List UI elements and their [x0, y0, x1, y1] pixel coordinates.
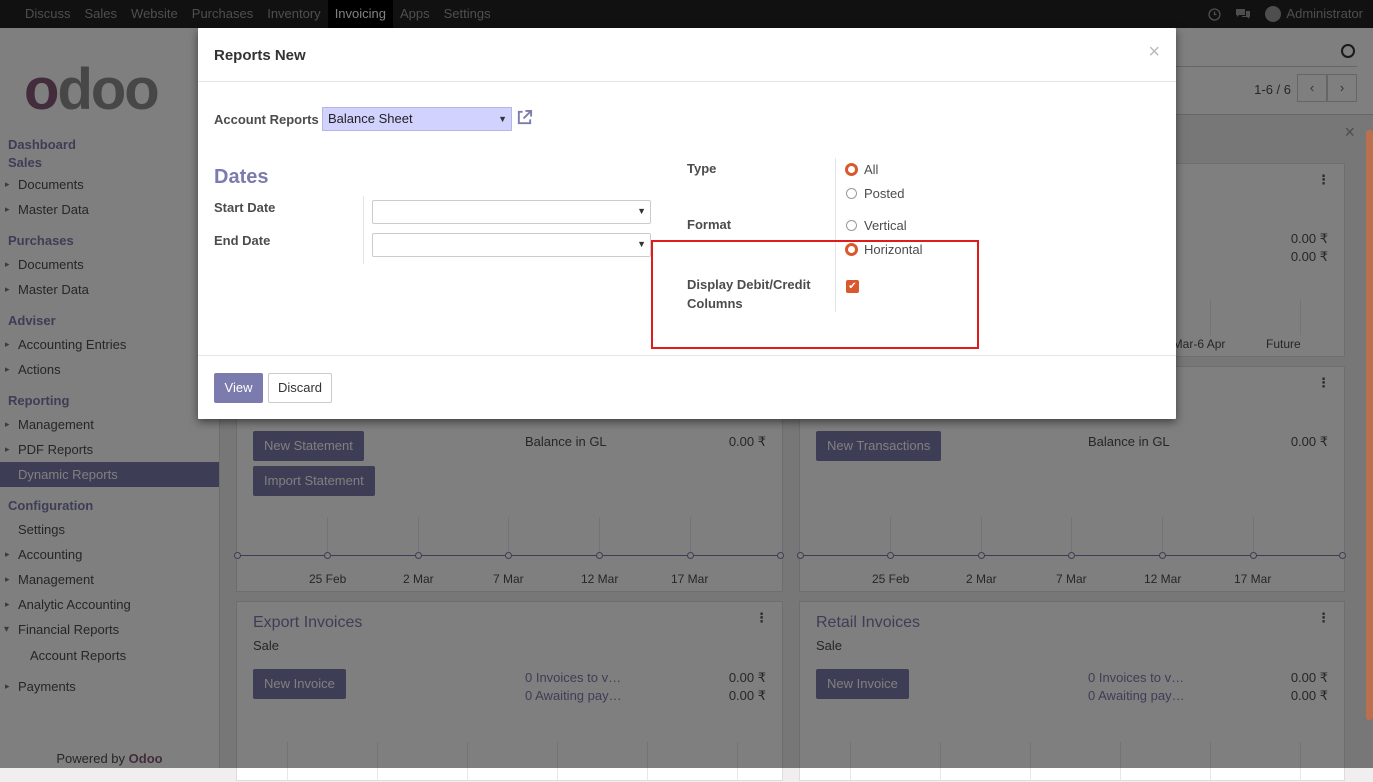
dialog-footer: View Discard [198, 355, 1176, 420]
account-reports-value: Balance Sheet [328, 111, 413, 126]
end-date-input[interactable]: ▼ [372, 233, 651, 257]
type-posted-radio[interactable] [846, 188, 857, 199]
format-vertical-label[interactable]: Vertical [864, 218, 907, 233]
caret-down-icon: ▼ [637, 206, 646, 216]
caret-down-icon: ▼ [637, 239, 646, 249]
end-date-label: End Date [214, 233, 271, 248]
start-date-input[interactable]: ▼ [372, 200, 651, 224]
dialog-header: Reports New × [198, 28, 1176, 82]
external-link-icon[interactable] [516, 109, 533, 126]
reports-dialog: Reports New × Account Reports Balance Sh… [198, 28, 1176, 419]
start-date-label: Start Date [214, 200, 276, 215]
highlight-box [651, 240, 979, 349]
view-button[interactable]: View [214, 373, 263, 403]
type-posted-label[interactable]: Posted [864, 186, 904, 201]
account-reports-select[interactable]: Balance Sheet ▼ [322, 107, 512, 131]
account-reports-label: Account Reports [214, 112, 319, 127]
caret-down-icon: ▼ [498, 114, 507, 124]
type-label: Type [687, 161, 717, 176]
page-scrollbar[interactable] [1366, 130, 1373, 720]
field-separator [363, 196, 364, 264]
type-all-radio[interactable] [845, 163, 858, 176]
dates-heading: Dates [214, 166, 269, 188]
format-label: Format [687, 217, 732, 232]
type-all-label[interactable]: All [864, 162, 878, 177]
discard-button[interactable]: Discard [268, 373, 332, 403]
format-vertical-radio[interactable] [846, 220, 857, 231]
close-icon[interactable]: × [1148, 41, 1160, 64]
dialog-title: Reports New [214, 47, 306, 64]
